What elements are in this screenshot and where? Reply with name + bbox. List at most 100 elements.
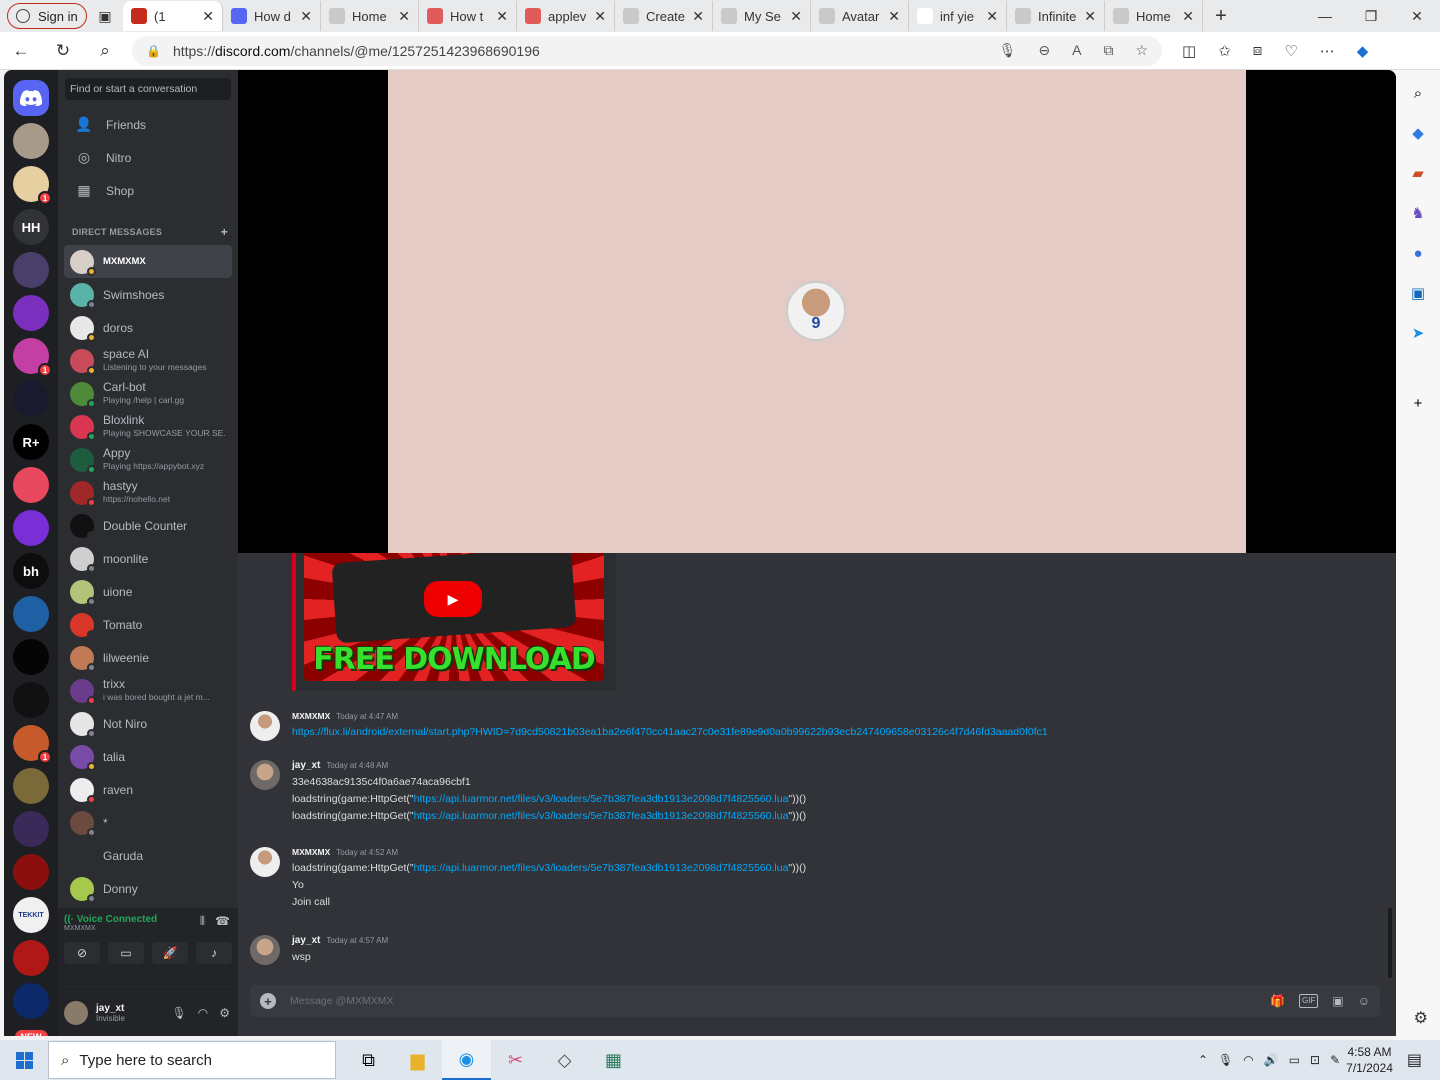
browser-tab[interactable]: applev ✕ [517, 1, 615, 31]
message-avatar[interactable] [250, 760, 280, 790]
sticker-icon[interactable]: ▣ [1332, 994, 1343, 1008]
author-name[interactable]: MXMXMX [292, 711, 330, 721]
browser-tab[interactable]: inf yie ✕ [909, 1, 1007, 31]
user-name[interactable]: jay_xt Invisible [96, 1003, 125, 1023]
server-icon[interactable] [13, 252, 49, 288]
tab-close-icon[interactable]: ✕ [1182, 8, 1194, 25]
camera-off-icon[interactable]: ⊘ [64, 942, 100, 964]
server-icon[interactable] [13, 639, 49, 675]
new-badge[interactable]: NEW [14, 1030, 48, 1036]
dm-item[interactable]: Carl-bot Playing /help | carl.gg [64, 377, 232, 410]
tab-close-icon[interactable]: ✕ [202, 8, 214, 25]
server-icon[interactable] [13, 811, 49, 847]
tab-close-icon[interactable]: ✕ [1084, 8, 1096, 25]
tab-close-icon[interactable]: ✕ [986, 8, 998, 25]
favorite-star-icon[interactable]: ☆ [1135, 42, 1148, 59]
games-icon[interactable]: ♞ [1407, 202, 1429, 224]
attach-plus-icon[interactable]: + [260, 993, 276, 1009]
browser-tab[interactable]: How d ✕ [223, 1, 321, 31]
browser-tab[interactable]: My Se ✕ [713, 1, 811, 31]
edge-taskbar-icon[interactable]: ◉ [442, 1040, 491, 1080]
message-avatar[interactable] [250, 935, 280, 965]
gift-icon[interactable]: 🎁 [1270, 994, 1285, 1008]
server-icon[interactable] [13, 940, 49, 976]
sidebar-search-icon[interactable]: ⌕ [1407, 82, 1429, 104]
dm-item[interactable]: moonlite [64, 542, 232, 575]
settings-gear-icon[interactable]: ⚙ [219, 1006, 230, 1020]
tab-close-icon[interactable]: ✕ [692, 8, 704, 25]
browser-tab[interactable]: Infinite ✕ [1007, 1, 1105, 31]
server-icon[interactable] [13, 768, 49, 804]
server-icon[interactable]: 1 [13, 338, 52, 377]
message-avatar[interactable] [250, 711, 280, 741]
create-dm-icon[interactable]: + [221, 225, 228, 239]
server-icon[interactable] [13, 854, 49, 890]
back-icon[interactable]: ← [0, 41, 42, 61]
show-hidden-icons[interactable]: ⌃ [1198, 1053, 1208, 1067]
more-options-icon[interactable]: ⋯ [1320, 42, 1335, 60]
restore-icon[interactable]: ❐ [1348, 8, 1394, 25]
split-screen-icon[interactable]: ◫ [1182, 42, 1196, 60]
chat-scrollbar[interactable] [1388, 908, 1392, 978]
notepad-app-icon[interactable]: ▦ [589, 1040, 638, 1080]
tab-close-icon[interactable]: ✕ [496, 8, 508, 25]
meet-now-icon[interactable]: ⊡ [1310, 1053, 1320, 1067]
play-icon[interactable]: ▶ [424, 581, 482, 617]
gif-icon[interactable]: GIF [1299, 994, 1319, 1008]
dm-item[interactable]: space AI Listening to your messages [64, 344, 232, 377]
author-name[interactable]: jay_xt [292, 760, 320, 771]
dm-item[interactable]: doros [64, 311, 232, 344]
snipping-tool-icon[interactable]: ✂ [491, 1040, 540, 1080]
dm-item[interactable]: raven [64, 773, 232, 806]
tools-icon[interactable]: ▰ [1407, 162, 1429, 184]
volume-icon[interactable]: 🔊 [1264, 1053, 1279, 1067]
browser-essentials-icon[interactable]: ♡ [1284, 42, 1297, 60]
server-icon[interactable] [13, 295, 49, 331]
dm-item[interactable]: uione [64, 575, 232, 608]
server-icon[interactable]: 1 [13, 725, 52, 764]
message-composer[interactable]: + Message @MXMXMX 🎁 GIF ▣ ☺ [250, 985, 1380, 1017]
soundboard-icon[interactable]: ♪ [196, 942, 232, 964]
dm-item[interactable]: talia [64, 740, 232, 773]
dm-item[interactable]: * [64, 806, 232, 839]
wifi-icon[interactable]: ◠ [1243, 1053, 1253, 1067]
mute-icon[interactable]: 🎙 [172, 1006, 187, 1020]
browser-tab[interactable]: Create ✕ [615, 1, 713, 31]
server-icon[interactable] [13, 467, 49, 503]
nav-item-friends[interactable]: 👤 Friends [64, 108, 232, 141]
office-icon[interactable]: ● [1407, 242, 1429, 264]
message-input[interactable]: Message @MXMXMX [290, 995, 393, 1007]
call-participant-tile[interactable]: 9 [388, 70, 1246, 553]
nav-item-shop[interactable]: ▦ Shop [64, 174, 232, 207]
dm-item[interactable]: Swimshoes [64, 278, 232, 311]
search-icon[interactable]: ⌕ [84, 41, 126, 61]
dm-item[interactable]: Donny [64, 872, 232, 905]
dm-item[interactable]: Not Niro [64, 707, 232, 740]
find-conversation-input[interactable]: Find or start a conversation [65, 78, 231, 100]
tray-mic-icon[interactable]: 🎙 [1218, 1053, 1233, 1067]
url-field[interactable]: 🔒 https://discord.com/channels/@me/12572… [132, 35, 1162, 66]
dm-item[interactable]: trixx i was bored bought a jet m... [64, 674, 232, 707]
shopping-tag-icon[interactable]: ◆ [1407, 122, 1429, 144]
browser-tab[interactable]: (1 ✕ [123, 1, 223, 31]
discord-home-icon[interactable] [13, 80, 49, 116]
server-icon[interactable]: 1 [13, 166, 52, 205]
taskbar-search[interactable]: ⌕ Type here to search [48, 1041, 336, 1079]
dm-item[interactable]: lilweenie [64, 641, 232, 674]
browser-tab[interactable]: Home ✕ [1105, 1, 1203, 31]
close-window-icon[interactable]: ✕ [1394, 8, 1440, 25]
favorites-icon[interactable]: ✩ [1218, 42, 1231, 60]
tab-close-icon[interactable]: ✕ [300, 8, 312, 25]
browser-tab[interactable]: How t ✕ [419, 1, 517, 31]
read-aloud-icon[interactable]: A [1072, 42, 1081, 59]
tab-close-icon[interactable]: ✕ [888, 8, 900, 25]
user-avatar[interactable] [64, 1001, 88, 1025]
tab-close-icon[interactable]: ✕ [790, 8, 802, 25]
outlook-icon[interactable]: ▣ [1407, 282, 1429, 304]
dm-item[interactable]: hastyy https://nohello.net [64, 476, 232, 509]
notifications-icon[interactable]: ▤ [1407, 1050, 1422, 1070]
server-icon[interactable]: HH [13, 209, 49, 245]
dm-item[interactable]: Appy Playing https://appybot.xyz [64, 443, 232, 476]
screen-share-icon[interactable]: ▭ [108, 942, 144, 964]
browser-tab[interactable]: Avatar ✕ [811, 1, 909, 31]
